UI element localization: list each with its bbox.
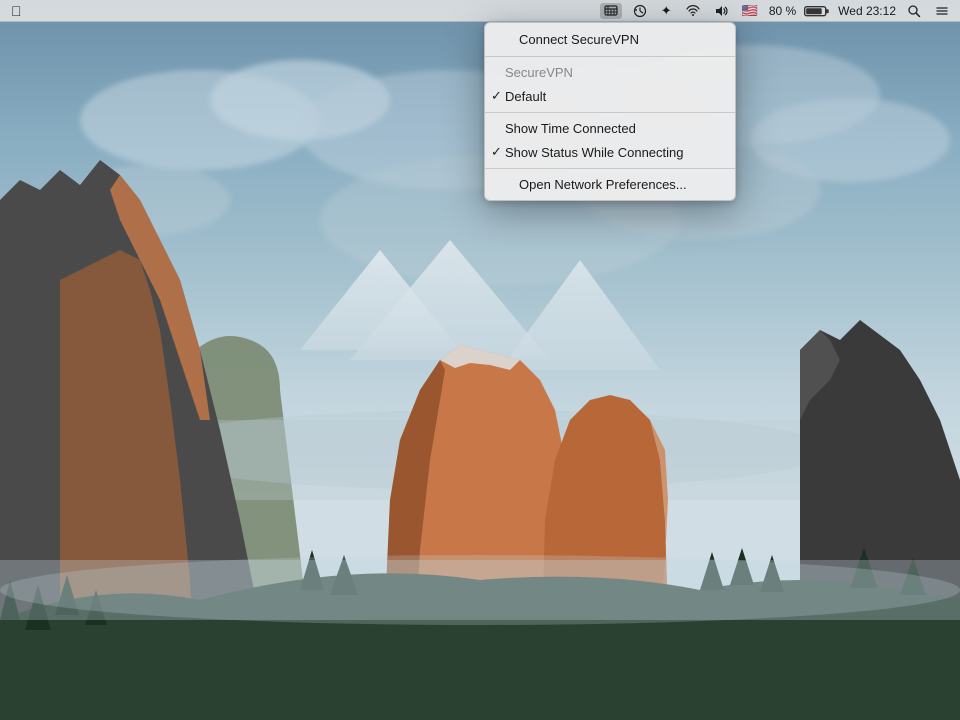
bluetooth-icon[interactable]: ✦: [658, 3, 675, 19]
show-time-check: [491, 121, 505, 136]
securevpn-label: SecureVPN: [505, 65, 573, 80]
show-time-item[interactable]: Show Time Connected: [485, 117, 735, 140]
connect-check-space: [505, 32, 519, 47]
volume-icon[interactable]: [711, 3, 731, 19]
default-item[interactable]: ✓ Default: [485, 84, 735, 108]
flag-icon[interactable]: 🇺🇸: [739, 3, 761, 19]
network-prefs-check-space: [505, 177, 519, 192]
apple-menu[interactable]: : [8, 3, 25, 19]
show-time-label: Show Time Connected: [505, 121, 636, 136]
network-prefs-label: Open Network Preferences...: [519, 177, 687, 192]
separator-2: [485, 112, 735, 113]
battery-percent: 80 %: [769, 4, 796, 18]
notification-center-icon[interactable]: [932, 3, 952, 19]
menubar-left: : [8, 3, 25, 19]
vpn-icon[interactable]: [600, 3, 622, 19]
separator-1: [485, 56, 735, 57]
desktop-background: [0, 0, 960, 720]
separator-3: [485, 168, 735, 169]
network-prefs-item[interactable]: Open Network Preferences...: [485, 173, 735, 196]
securevpn-header: SecureVPN: [485, 61, 735, 84]
menubar:  ✦: [0, 0, 960, 22]
history-icon[interactable]: [630, 3, 650, 19]
show-status-check: ✓: [491, 144, 505, 160]
connect-securevpn-item[interactable]: Connect SecureVPN: [485, 27, 735, 52]
default-label: Default: [505, 89, 546, 104]
dropdown-menu: Connect SecureVPN SecureVPN ✓ Default Sh…: [484, 22, 736, 201]
spotlight-icon[interactable]: [904, 3, 924, 19]
datetime: Wed 23:12: [838, 4, 896, 18]
battery-icon: [804, 3, 830, 18]
show-status-label: Show Status While Connecting: [505, 145, 683, 160]
menubar-right: ✦ 🇺🇸 80 %: [600, 3, 952, 19]
show-status-item[interactable]: ✓ Show Status While Connecting: [485, 140, 735, 164]
connect-label: Connect SecureVPN: [519, 32, 639, 47]
default-check: ✓: [491, 88, 505, 104]
airdrop-icon[interactable]: [683, 3, 703, 19]
